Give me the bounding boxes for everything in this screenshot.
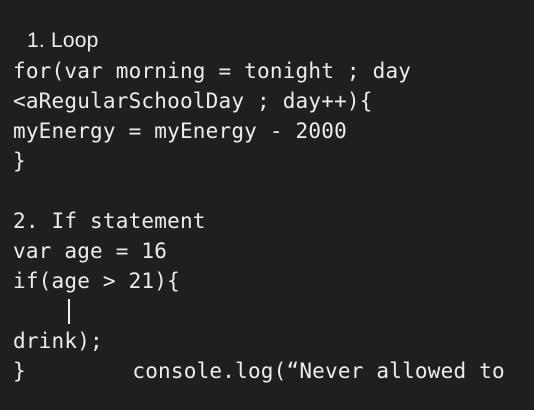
code-line: }	[13, 359, 26, 383]
code-line: if(age > 21){	[13, 269, 180, 293]
code-line: drink);	[13, 329, 103, 353]
code-line: var age = 16	[13, 239, 168, 263]
code-line: myEnergy = myEnergy - 2000	[13, 119, 347, 143]
code-line: for(var morning = tonight ; day	[13, 59, 412, 83]
code-editor[interactable]: 1. Loop for(var morning = tonight ; day …	[0, 0, 534, 410]
text-caret	[68, 299, 70, 324]
code-line-with-caret: console.log(“Never allowed to	[0, 296, 534, 383]
heading-if-statement: 2. If statement	[13, 209, 206, 233]
heading-loop: 1. Loop	[27, 29, 99, 52]
code-line: }	[13, 149, 26, 173]
code-line: <aRegularSchoolDay ; day++){	[13, 89, 373, 113]
